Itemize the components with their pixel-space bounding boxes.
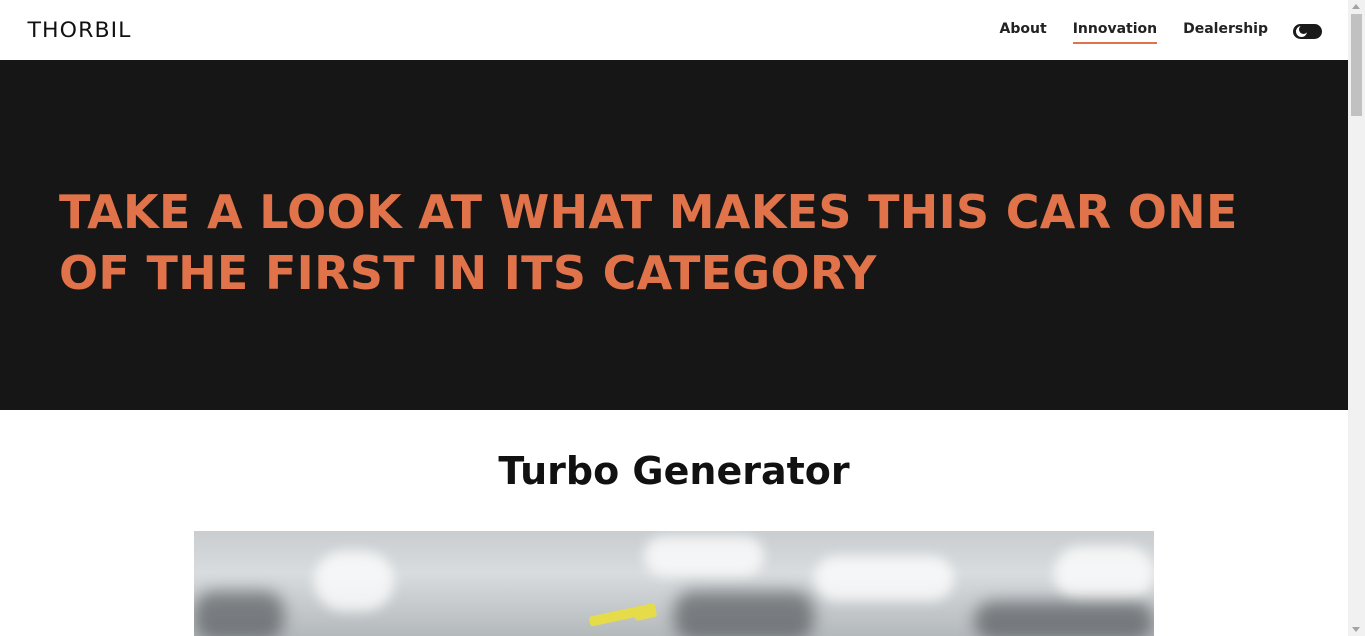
- scroll-down-icon[interactable]: [1352, 627, 1360, 632]
- thorbil-logo[interactable]: THORBIL: [27, 17, 132, 43]
- logo-text: THORBIL: [27, 18, 132, 42]
- section-title: Turbo Generator: [498, 449, 850, 493]
- scrollbar-thumb[interactable]: [1351, 14, 1362, 116]
- nav-link-dealership[interactable]: Dealership: [1183, 19, 1268, 44]
- turbo-generator-image: [194, 531, 1154, 636]
- scroll-up-icon[interactable]: [1352, 4, 1360, 9]
- nav-link-about[interactable]: About: [1000, 19, 1047, 44]
- page: THORBIL About Innovation Dealership TAKE…: [0, 0, 1348, 636]
- moon-icon: [1296, 25, 1308, 37]
- site-header: THORBIL About Innovation Dealership: [0, 0, 1348, 60]
- theme-toggle[interactable]: [1293, 24, 1322, 39]
- nav-link-innovation[interactable]: Innovation: [1072, 19, 1158, 44]
- main-nav: About Innovation Dealership: [1000, 19, 1268, 44]
- hero-banner: TAKE A LOOK AT WHAT MAKES THIS CAR ONE O…: [0, 60, 1348, 410]
- hero-title: TAKE A LOOK AT WHAT MAKES THIS CAR ONE O…: [59, 185, 1238, 300]
- page-scrollbar[interactable]: [1348, 0, 1365, 636]
